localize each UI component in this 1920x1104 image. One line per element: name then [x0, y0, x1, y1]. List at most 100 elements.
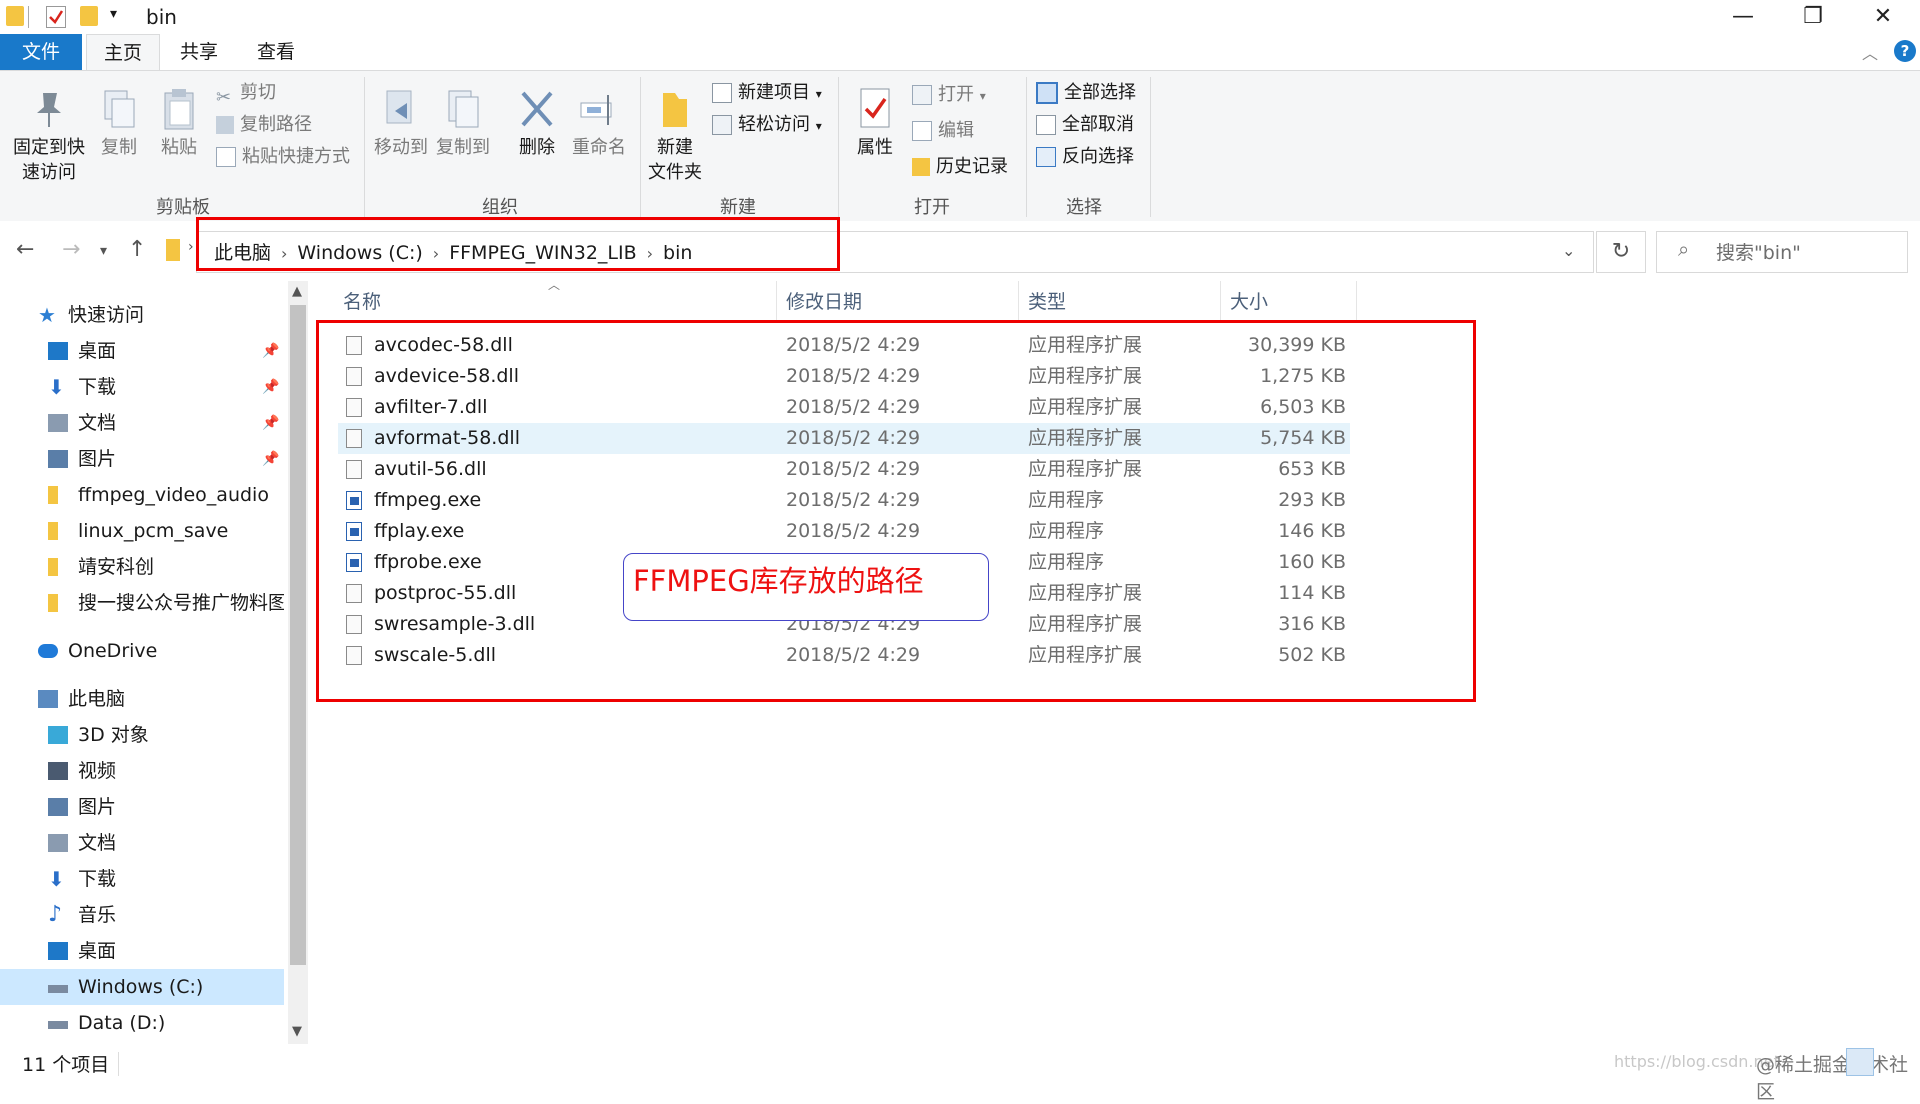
pin-icon: 📌 — [262, 415, 280, 431]
open-icon — [912, 85, 932, 105]
sidebar-item[interactable]: Windows (C:) — [0, 969, 284, 1005]
sidebar-item[interactable]: ★ 快速访问 — [0, 297, 284, 333]
sidebar-item[interactable]: 搜一搜公众号推广物料图片 — [0, 585, 284, 621]
tab-share[interactable]: 共享 — [166, 34, 232, 70]
sidebar-item-label: 文档 — [78, 832, 117, 854]
sidebar-item[interactable]: ffmpeg_video_audio — [0, 477, 284, 513]
customize-quick-access-icon[interactable]: ▾ — [110, 6, 117, 22]
star-icon: ★ — [38, 303, 56, 327]
paste-label: 粘贴 — [161, 137, 197, 158]
column-header-type[interactable]: 类型 — [1028, 286, 1066, 318]
sidebar-item[interactable]: 视频 — [0, 753, 284, 789]
pin-quick-access-button[interactable]: 固定到快 速访问 — [8, 87, 90, 185]
sidebar-scrollbar-thumb[interactable] — [290, 305, 306, 965]
folder-icon — [48, 486, 58, 504]
tab-home[interactable]: 主页 — [86, 34, 160, 71]
tab-view[interactable]: 查看 — [240, 34, 312, 70]
column-header-date[interactable]: 修改日期 — [786, 286, 862, 318]
sidebar-item[interactable]: ⬇ 下载 📌 — [0, 369, 284, 405]
back-arrow-icon[interactable]: ← — [16, 237, 34, 262]
computer-icon — [38, 690, 58, 708]
new-folder-label-line2: 文件夹 — [648, 162, 702, 183]
open-button[interactable]: 打开 ▾ — [912, 81, 986, 109]
forward-arrow-icon[interactable]: → — [62, 237, 80, 262]
history-button[interactable]: 历史记录 — [912, 153, 1008, 181]
document-icon — [48, 414, 68, 432]
sidebar-item-label: 文档 — [78, 412, 117, 434]
refresh-button[interactable]: ↻ — [1596, 231, 1646, 273]
sidebar-item[interactable]: 桌面 📌 — [0, 333, 284, 369]
scroll-up-icon[interactable]: ▲ — [292, 284, 302, 299]
sidebar-item[interactable]: linux_pcm_save — [0, 513, 284, 549]
group-clipboard-label: 剪贴板 — [156, 197, 210, 218]
sidebar-item[interactable]: OneDrive — [0, 633, 284, 669]
new-folder-button[interactable]: 新建 文件夹 — [644, 87, 706, 185]
sidebar-item[interactable]: 文档 📌 — [0, 405, 284, 441]
tab-file[interactable]: 文件 — [0, 34, 82, 70]
sidebar-item[interactable]: ⬇ 下载 — [0, 861, 284, 897]
details-view-icon[interactable] — [1846, 1048, 1874, 1076]
up-arrow-icon[interactable]: ↑ — [128, 237, 146, 262]
new-item-button[interactable]: 新建项目 ▾ — [712, 79, 822, 107]
address-chevron-icon[interactable]: › — [188, 239, 194, 255]
invert-selection-label: 反向选择 — [1062, 146, 1134, 167]
copy-to-button[interactable]: 复制到 — [434, 87, 492, 160]
sidebar-item-label: 下载 — [78, 376, 117, 398]
sidebar-item[interactable]: Data (D:) — [0, 1005, 284, 1041]
close-button[interactable]: ✕ — [1848, 0, 1918, 34]
paste-shortcut-button[interactable]: 粘贴快捷方式 — [216, 143, 350, 171]
properties-button[interactable]: 属性 — [846, 87, 904, 160]
minimize-button[interactable]: — — [1708, 0, 1778, 34]
sidebar-item[interactable]: 文档 — [0, 825, 284, 861]
sidebar-item[interactable]: 桌面 — [0, 933, 284, 969]
recent-locations-chevron-icon[interactable]: ▾ — [100, 243, 107, 259]
paste-icon — [159, 87, 199, 131]
pin-icon: 📌 — [262, 451, 280, 467]
select-none-button[interactable]: 全部取消 — [1036, 111, 1134, 139]
sidebar-item-label: 桌面 — [78, 940, 117, 962]
paste-button[interactable]: 粘贴 — [156, 87, 202, 160]
pin-label-line2: 速访问 — [22, 162, 76, 183]
item-count: 11 个项目 — [22, 1054, 110, 1076]
sidebar-item[interactable]: 靖安科创 — [0, 549, 284, 585]
column-header-name[interactable]: 名称 — [343, 286, 381, 318]
column-header-size[interactable]: 大小 — [1230, 286, 1268, 318]
sidebar-item[interactable]: 图片 — [0, 789, 284, 825]
sidebar-item[interactable]: ♪ 音乐 — [0, 897, 284, 933]
search-placeholder: 搜索"bin" — [1716, 242, 1801, 264]
column-divider[interactable] — [776, 281, 777, 323]
address-history-chevron-icon[interactable]: ⌄ — [1562, 241, 1575, 260]
select-all-button[interactable]: 全部选择 — [1036, 79, 1136, 107]
folder-icon — [48, 522, 58, 540]
new-folder-quick-icon[interactable] — [80, 6, 98, 26]
maximize-button[interactable]: ❐ — [1778, 0, 1848, 34]
scroll-down-icon[interactable]: ▼ — [292, 1024, 302, 1039]
invert-selection-button[interactable]: 反向选择 — [1036, 143, 1134, 171]
new-item-icon — [712, 83, 732, 103]
column-divider[interactable] — [1356, 281, 1357, 323]
collapse-ribbon-icon[interactable]: ︿ — [1862, 40, 1878, 64]
move-to-button[interactable]: 移动到 — [372, 87, 430, 160]
group-divider — [838, 77, 839, 217]
column-divider[interactable] — [1220, 281, 1221, 323]
title-bar: ▾ bin — ❐ ✕ — [0, 0, 1920, 34]
delete-button[interactable]: 删除 — [512, 87, 562, 160]
folder-icon — [48, 594, 58, 612]
cut-button[interactable]: ✂ 剪切 — [216, 79, 276, 108]
sidebar-item[interactable]: 此电脑 — [0, 681, 284, 717]
copy-path-button[interactable]: 复制路径 — [216, 111, 312, 139]
group-divider — [1026, 77, 1027, 217]
properties-quick-icon[interactable] — [46, 6, 66, 28]
sidebar-item[interactable]: 图片 📌 — [0, 441, 284, 477]
help-icon[interactable]: ? — [1894, 40, 1916, 62]
edit-button[interactable]: 编辑 — [912, 117, 974, 145]
copy-button[interactable]: 复制 — [96, 87, 142, 160]
column-divider[interactable] — [1018, 281, 1019, 323]
move-to-icon — [381, 87, 421, 131]
large-icons-view-icon[interactable] — [1880, 1048, 1906, 1074]
sidebar-item[interactable]: 3D 对象 — [0, 717, 284, 753]
folder-icon — [48, 558, 58, 576]
easy-access-button[interactable]: 轻松访问 ▾ — [712, 111, 822, 139]
rename-button[interactable]: 重命名 — [568, 87, 630, 160]
pictures-icon — [48, 450, 68, 468]
